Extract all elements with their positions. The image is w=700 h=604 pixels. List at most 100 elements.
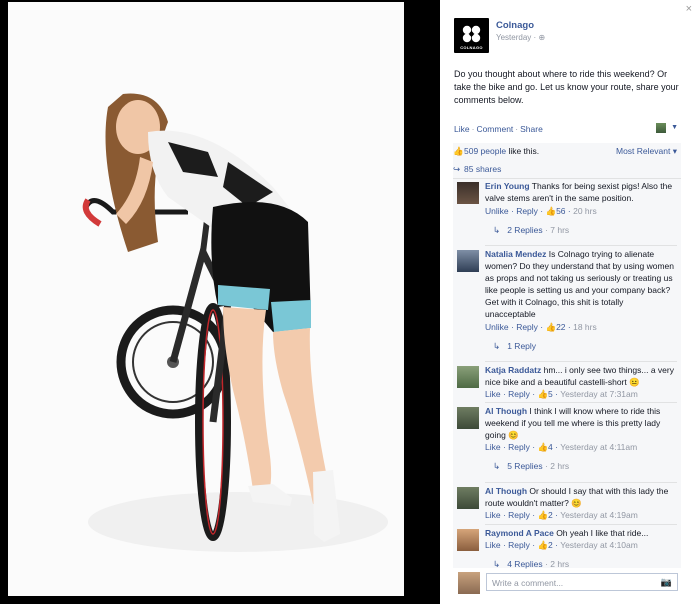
comment-meta: Like · Reply · 👍2 · Yesterday at 4:10am bbox=[485, 540, 638, 550]
share-link[interactable]: Share bbox=[520, 124, 543, 134]
like-link[interactable]: Like bbox=[485, 389, 501, 399]
replies-count: 5 Replies bbox=[507, 461, 543, 471]
smile-emoji-icon: 😊 bbox=[571, 498, 582, 508]
comment-meta: Like · Reply · 👍5 · Yesterday at 7:31am bbox=[485, 389, 638, 399]
divider bbox=[485, 361, 677, 362]
page-avatar[interactable]: COLNAGO bbox=[454, 18, 489, 53]
comment-author[interactable]: Erin Young bbox=[485, 181, 530, 191]
share-icon: ↪ bbox=[453, 164, 461, 174]
like-link[interactable]: Like bbox=[485, 540, 501, 550]
like-link[interactable]: Like bbox=[485, 510, 501, 520]
comment-time[interactable]: Yesterday at 7:31am bbox=[560, 389, 638, 399]
comment-body: Katja Raddatz hm... i only see two thing… bbox=[485, 364, 675, 388]
comment: Raymond A Pace Oh yeah I like that ride.… bbox=[453, 524, 681, 570]
post-actions: Like · Comment · Share ▼ bbox=[454, 123, 682, 138]
comment-body: Erin Young Thanks for being sexist pigs!… bbox=[485, 180, 675, 204]
avatar[interactable] bbox=[457, 529, 479, 551]
like-link[interactable]: Like bbox=[485, 442, 501, 452]
comment-author[interactable]: Natalia Mendez bbox=[485, 249, 546, 259]
avatar[interactable] bbox=[457, 250, 479, 272]
post-time: Yesterday bbox=[496, 33, 532, 42]
thumbs-up-icon: 👍 bbox=[537, 540, 549, 550]
comment-meta: Unlike · Reply · 👍56 · 20 hrs bbox=[485, 206, 597, 216]
post-header: COLNAGO Colnago Yesterday · ⊕ bbox=[454, 18, 690, 58]
reply-link[interactable]: Reply bbox=[508, 389, 530, 399]
reply-link[interactable]: Reply bbox=[516, 322, 538, 332]
camera-icon[interactable]: 📷 bbox=[661, 577, 672, 588]
reply-link[interactable]: Reply bbox=[508, 540, 530, 550]
action-separator: · bbox=[471, 124, 475, 134]
thumbs-up-icon: 👍 bbox=[545, 322, 557, 332]
comment-body: Al Though I think I will know where to r… bbox=[485, 405, 675, 441]
reply-arrow-icon: ↳ bbox=[493, 461, 501, 471]
shares-count: 85 shares bbox=[464, 164, 502, 174]
thumbs-up-icon: 👍 bbox=[537, 510, 549, 520]
comment-author[interactable]: Katja Raddatz bbox=[485, 365, 541, 375]
comment: Erin Young Thanks for being sexist pigs!… bbox=[453, 178, 681, 240]
likes-count-link[interactable]: 509 people bbox=[464, 146, 506, 156]
comment-like-count[interactable]: 2 bbox=[548, 540, 553, 550]
comment-text: Oh yeah I like that ride... bbox=[556, 528, 649, 538]
reply-link[interactable]: Reply bbox=[508, 442, 530, 452]
unlike-link[interactable]: Unlike bbox=[485, 322, 509, 332]
post-timestamp[interactable]: Yesterday · ⊕ bbox=[496, 33, 545, 42]
comment-meta: Like · Reply · 👍2 · Yesterday at 4:19am bbox=[485, 510, 638, 520]
comment-like-count[interactable]: 56 bbox=[556, 206, 565, 216]
caret-down-icon[interactable]: ▼ bbox=[671, 124, 678, 131]
comment: Katja Raddatz hm... i only see two thing… bbox=[453, 361, 681, 404]
reply-link[interactable]: Reply bbox=[516, 206, 538, 216]
thumbs-up-icon: 👍 bbox=[453, 146, 464, 156]
close-icon[interactable]: × bbox=[686, 4, 692, 15]
comment-like-count[interactable]: 22 bbox=[556, 322, 565, 332]
replies-summary[interactable]: ↳ 1 Reply bbox=[493, 341, 536, 352]
comment-like-count[interactable]: 5 bbox=[548, 389, 553, 399]
replies-time: 2 hrs bbox=[550, 559, 570, 569]
replies-summary[interactable]: ↳ 2 Replies · 7 hrs bbox=[493, 225, 569, 236]
unlike-link[interactable]: Unlike bbox=[485, 206, 509, 216]
smile-emoji-icon: 😊 bbox=[508, 430, 519, 440]
shares-summary[interactable]: ↪ 85 shares bbox=[453, 164, 681, 175]
comment-input[interactable]: Write a comment... 📷 bbox=[486, 573, 678, 591]
comment: Al Though Or should I say that with this… bbox=[453, 482, 681, 521]
page-name-link[interactable]: Colnago bbox=[496, 20, 534, 31]
comment-body: Al Though Or should I say that with this… bbox=[485, 485, 675, 509]
comment-like-count[interactable]: 2 bbox=[548, 510, 553, 520]
replies-count: 4 Replies bbox=[507, 559, 543, 569]
comment-meta: Like · Reply · 👍4 · Yesterday at 4:11am bbox=[485, 442, 638, 452]
replies-summary[interactable]: ↳ 5 Replies · 2 hrs bbox=[493, 461, 569, 472]
avatar[interactable] bbox=[458, 572, 480, 594]
avatar[interactable] bbox=[457, 182, 479, 204]
avatar[interactable] bbox=[457, 366, 479, 388]
divider bbox=[485, 482, 677, 483]
comment-time[interactable]: Yesterday at 4:19am bbox=[560, 510, 638, 520]
comment-time[interactable]: Yesterday at 4:10am bbox=[560, 540, 638, 550]
actor-selector-avatar[interactable] bbox=[656, 123, 666, 133]
comment-time[interactable]: Yesterday at 4:11am bbox=[560, 442, 637, 452]
comment-author[interactable]: Al Though bbox=[485, 486, 527, 496]
comment-link[interactable]: Comment bbox=[476, 124, 513, 134]
thumbs-up-icon: 👍 bbox=[545, 206, 557, 216]
most-relevant-dropdown[interactable]: Most Relevant ▾ bbox=[616, 146, 677, 157]
comment: Natalia Mendez Is Colnago trying to alie… bbox=[453, 245, 681, 358]
like-link[interactable]: Like bbox=[454, 124, 470, 134]
avatar[interactable] bbox=[457, 487, 479, 509]
comment-placeholder: Write a comment... bbox=[492, 578, 564, 588]
reply-link[interactable]: Reply bbox=[508, 510, 530, 520]
comment-time[interactable]: 18 hrs bbox=[573, 322, 597, 332]
post-text: Do you thought about where to ride this … bbox=[454, 69, 679, 105]
logo-text: COLNAGO bbox=[460, 45, 483, 50]
comment-time[interactable]: 20 hrs bbox=[573, 206, 597, 216]
comment-text: Is Colnago trying to alienate women? Do … bbox=[485, 249, 675, 319]
replies-summary[interactable]: ↳ 4 Replies · 2 hrs bbox=[493, 559, 569, 570]
thumbs-up-icon: 👍 bbox=[537, 389, 549, 399]
action-separator: · bbox=[515, 124, 519, 134]
comment-author[interactable]: Al Though bbox=[485, 406, 527, 416]
replies-count: 1 Reply bbox=[507, 341, 537, 351]
avatar[interactable] bbox=[457, 407, 479, 429]
replies-time: 2 hrs bbox=[550, 461, 570, 471]
post-photo[interactable] bbox=[8, 2, 404, 596]
divider bbox=[453, 178, 681, 179]
comment-like-count[interactable]: 4 bbox=[548, 442, 553, 452]
smile-emoji-icon: 😐 bbox=[629, 377, 640, 387]
comment-author[interactable]: Raymond A Pace bbox=[485, 528, 554, 538]
